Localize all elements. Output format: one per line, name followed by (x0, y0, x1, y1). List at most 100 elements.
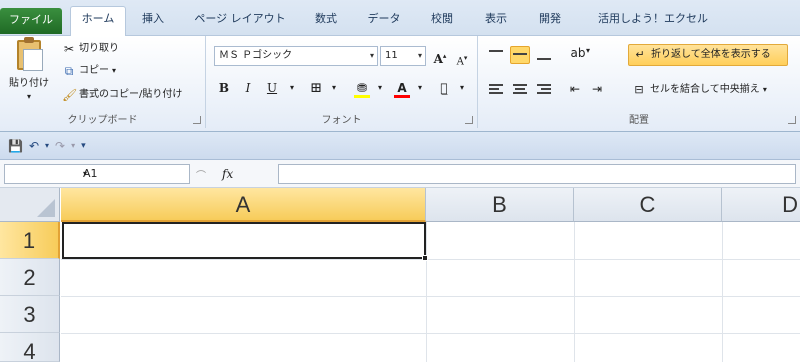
wrap-text-label: 折り返して全体を表示する (651, 49, 771, 60)
column-header-b[interactable]: B (426, 188, 574, 222)
align-left-icon[interactable] (488, 82, 504, 96)
chevron-down-icon[interactable]: ▾ (27, 92, 31, 101)
format-painter-label: 書式のコピー/貼り付け (79, 89, 183, 100)
align-bottom-icon[interactable] (536, 48, 552, 62)
clipboard-group: 貼り付け ▾ ✂ 切り取り ⧉ コピー ▾ 🖌 書式のコピー/貼り付け クリップ… (0, 36, 206, 128)
dialog-launcher-icon[interactable] (788, 116, 796, 124)
orientation-icon[interactable]: ab (570, 46, 586, 60)
redo-icon[interactable]: ↷ (55, 139, 65, 153)
copy-button[interactable]: ⧉ コピー ▾ (62, 62, 116, 80)
align-middle-icon[interactable] (510, 46, 530, 64)
name-box[interactable]: A1 ▾ (4, 164, 190, 184)
grid-line (722, 222, 723, 362)
alignment-group: ab ▾ ⇤ ⇥ ↵ 折り返して全体を表示する ⊟ セルを結合して中央揃え ▾ … (478, 36, 800, 128)
quick-access-toolbar: 💾 ↶ ▾ ↷ ▾ ▾ (0, 132, 800, 160)
phonetic-guide-icon[interactable]: ア̲ (434, 78, 454, 98)
shrink-font-button[interactable]: A▾ (452, 48, 472, 68)
chevron-down-icon: ▾ (369, 51, 374, 60)
font-group-label: フォント (321, 115, 362, 126)
grow-font-button[interactable]: A▴ (430, 46, 450, 66)
align-center-icon[interactable] (512, 82, 528, 96)
undo-icon[interactable]: ↶ (29, 139, 39, 153)
chevron-down-icon[interactable]: ▾ (282, 78, 302, 98)
grid-line (61, 259, 800, 260)
fill-color-button[interactable]: ⛃ (352, 78, 372, 98)
format-painter-button[interactable]: 🖌 書式のコピー/貼り付け (62, 86, 182, 104)
font-name-value: ＭＳ Ｐゴシック (219, 50, 293, 61)
wrap-text-icon: ↵ (635, 48, 645, 61)
splitter-handle-icon[interactable]: ⌒ (196, 167, 206, 182)
decrease-indent-icon[interactable]: ⇤ (570, 82, 586, 96)
font-color-button[interactable]: A (392, 78, 412, 98)
font-size-select[interactable]: 11 ▾ (380, 46, 426, 66)
column-header-c[interactable]: C (574, 188, 722, 222)
chevron-down-icon[interactable]: ▾ (586, 46, 602, 60)
grow-font-label: A (433, 52, 443, 66)
merge-cells-icon: ⊟ (634, 83, 644, 96)
tab-formulas[interactable]: 数式 (304, 8, 348, 32)
chevron-down-icon: ▾ (417, 51, 422, 60)
font-color-swatch (394, 95, 410, 98)
font-name-select[interactable]: ＭＳ Ｐゴシック ▾ (214, 46, 378, 66)
tab-addin[interactable]: 活用しよう！エクセル (588, 8, 718, 32)
brush-icon: 🖌 (62, 88, 78, 102)
ribbon: 貼り付け ▾ ✂ 切り取り ⧉ コピー ▾ 🖌 書式のコピー/貼り付け クリップ… (0, 36, 800, 132)
insert-function-icon[interactable]: fx (222, 167, 233, 181)
align-right-icon[interactable] (536, 82, 552, 96)
row-header-2[interactable]: 2 (0, 259, 60, 296)
column-header-a[interactable]: A (61, 188, 426, 222)
select-all-button[interactable] (0, 188, 60, 222)
chevron-down-icon[interactable]: ▾ (452, 78, 472, 98)
active-cell-a1[interactable] (62, 222, 426, 259)
paste-icon (17, 37, 43, 71)
font-color-icon: A (397, 81, 407, 95)
chevron-down-icon[interactable]: ▾ (83, 165, 185, 183)
row-header-1[interactable]: 1 (0, 222, 60, 259)
bold-button[interactable]: B (214, 78, 234, 98)
paste-label: 貼り付け (9, 78, 49, 89)
row-header-4[interactable]: 4 (0, 333, 60, 362)
row-header-3[interactable]: 3 (0, 296, 60, 333)
italic-button[interactable]: I (238, 78, 258, 98)
chevron-down-icon[interactable]: ▾ (370, 78, 390, 98)
dialog-launcher-icon[interactable] (465, 116, 473, 124)
formula-buttons: ⌒ fx (196, 164, 276, 184)
tab-insert[interactable]: 挿入 (132, 8, 174, 32)
chevron-down-icon[interactable]: ▾ (763, 85, 767, 94)
chevron-down-icon[interactable]: ▾ (45, 141, 49, 150)
fill-color-swatch (354, 95, 370, 98)
chevron-down-icon[interactable]: ▾ (112, 62, 116, 80)
ribbon-tab-bar: ファイル ホーム 挿入 ページ レイアウト 数式 データ 校閲 表示 開発 活用… (0, 0, 800, 37)
formula-bar: A1 ▾ ⌒ fx (0, 160, 800, 188)
tab-data[interactable]: データ (358, 8, 410, 32)
tab-home[interactable]: ホーム (70, 6, 126, 37)
underline-button[interactable]: U (262, 78, 282, 98)
dialog-launcher-icon[interactable] (193, 116, 201, 124)
formula-input[interactable] (278, 164, 796, 184)
clipboard-group-label: クリップボード (67, 115, 138, 126)
copy-icon: ⧉ (64, 64, 74, 78)
wrap-text-button[interactable]: ↵ 折り返して全体を表示する (628, 44, 788, 66)
fill-handle[interactable] (422, 255, 428, 261)
chevron-down-icon[interactable]: ▾ (410, 78, 430, 98)
tab-file[interactable]: ファイル (0, 8, 62, 34)
alignment-group-label: 配置 (629, 115, 649, 126)
save-icon[interactable]: 💾 (8, 139, 23, 153)
grid-line (61, 296, 800, 297)
paint-bucket-icon: ⛃ (356, 81, 368, 95)
chevron-down-icon[interactable]: ▾ (71, 141, 75, 150)
tab-view[interactable]: 表示 (474, 8, 518, 32)
borders-icon[interactable]: ⊞ (306, 78, 326, 98)
customize-qat-icon[interactable]: ▾ (81, 141, 86, 151)
chevron-down-icon[interactable]: ▾ (324, 78, 344, 98)
paste-button[interactable]: 貼り付け ▾ (6, 37, 52, 108)
cut-button[interactable]: ✂ 切り取り (62, 40, 119, 58)
merge-center-button[interactable]: ⊟ セルを結合して中央揃え ▾ (628, 80, 788, 100)
tab-review[interactable]: 校閲 (420, 8, 464, 32)
merge-center-label: セルを結合して中央揃え (650, 84, 760, 95)
align-top-icon[interactable] (488, 48, 504, 62)
tab-developer[interactable]: 開発 (528, 8, 572, 32)
tab-page-layout[interactable]: ページ レイアウト (186, 8, 294, 32)
column-header-d[interactable]: D (722, 188, 800, 222)
increase-indent-icon[interactable]: ⇥ (592, 82, 608, 96)
